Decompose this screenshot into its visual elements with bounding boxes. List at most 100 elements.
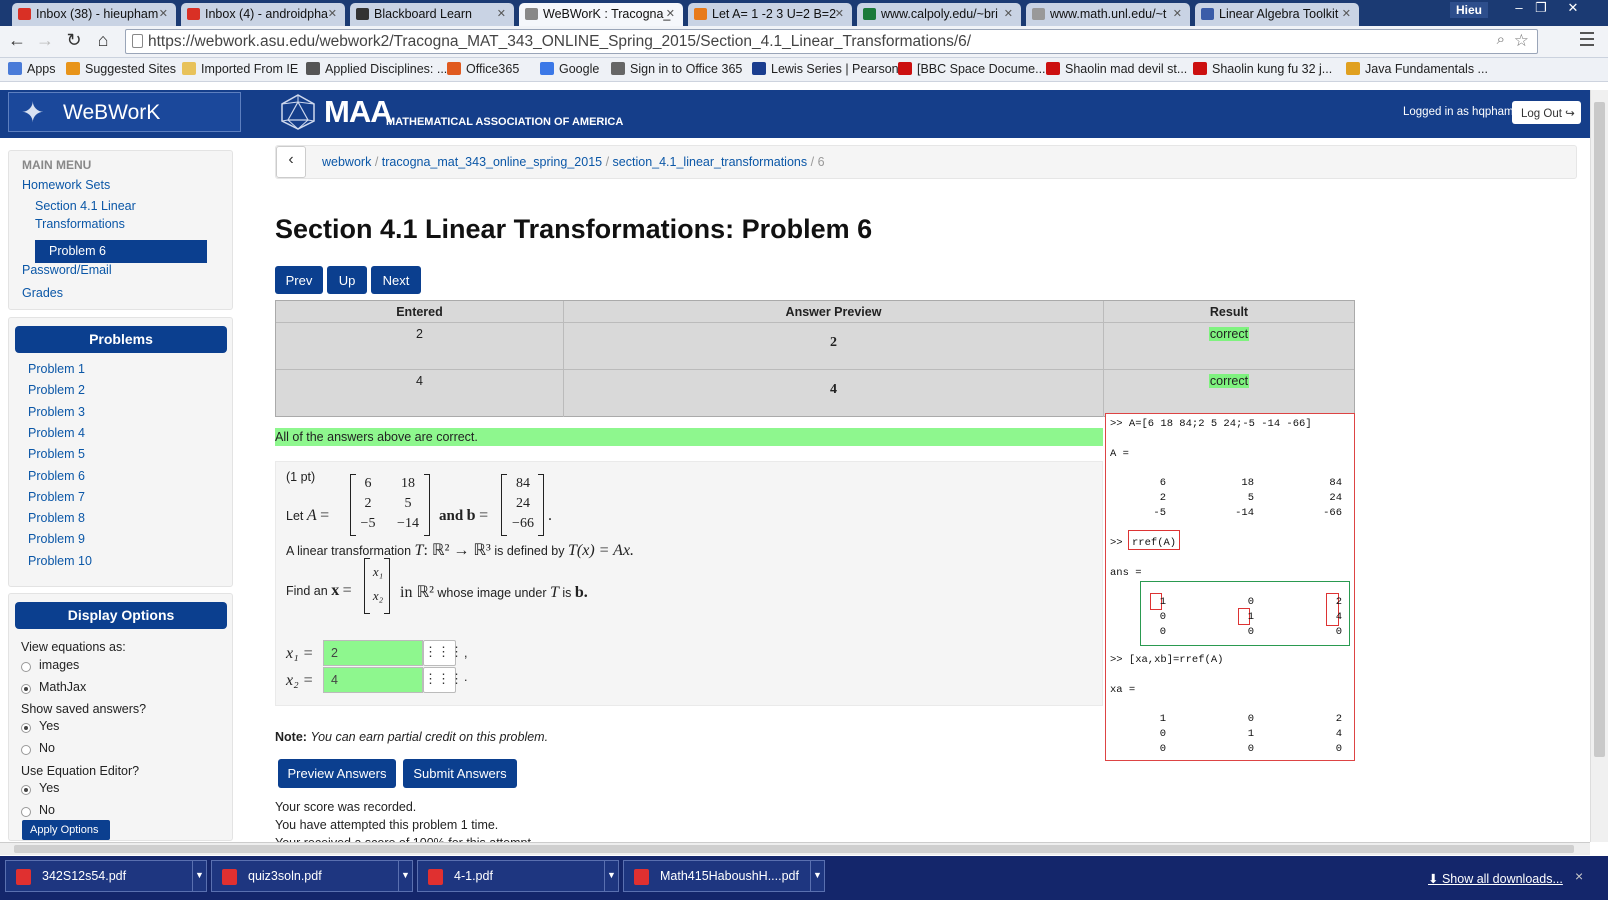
- bookmark-item[interactable]: Imported From IE: [182, 62, 298, 76]
- preview-answers-button[interactable]: Preview Answers: [278, 759, 396, 788]
- search-icon[interactable]: ⌕: [1497, 31, 1505, 48]
- problem-link[interactable]: Problem 4: [28, 426, 85, 440]
- browser-tab[interactable]: Blackboard Learn ✕: [350, 3, 514, 26]
- active-problem-link[interactable]: Problem 6: [35, 240, 207, 263]
- browser-tab[interactable]: Linear Algebra Toolkit ✕: [1195, 3, 1359, 26]
- close-tab-icon[interactable]: ✕: [835, 7, 844, 20]
- x2-answer-input[interactable]: 4: [323, 667, 423, 693]
- browser-tab[interactable]: www.calpoly.edu/~bri ✕: [857, 3, 1021, 26]
- webwork-logo[interactable]: ✦ WeBWorK: [8, 92, 241, 132]
- up-button[interactable]: Up: [327, 266, 367, 294]
- close-tab-icon[interactable]: ✕: [1342, 7, 1351, 20]
- section-link[interactable]: Section 4.1 Linear Transformations: [35, 197, 136, 233]
- browser-tab[interactable]: Let A= 1 -2 3 U=2 B=2 ✕: [688, 3, 852, 26]
- browser-tab[interactable]: www.math.unl.edu/~t ✕: [1026, 3, 1190, 26]
- bookmark-item[interactable]: Shaolin mad devil st...: [1046, 62, 1187, 76]
- address-bar[interactable]: https://webwork.asu.edu/webwork2/Tracogn…: [125, 29, 1538, 54]
- problem-link[interactable]: Problem 10: [28, 554, 92, 568]
- gmail-icon: [187, 8, 200, 20]
- prev-button[interactable]: Prev: [275, 266, 323, 294]
- close-tab-icon[interactable]: ✕: [1173, 7, 1182, 20]
- reload-icon[interactable]: ↻: [63, 30, 85, 51]
- radio-saved-no[interactable]: [21, 745, 31, 755]
- bookmark-item[interactable]: Google: [540, 62, 599, 76]
- close-tab-icon[interactable]: ✕: [328, 7, 337, 20]
- correct-badge: correct: [1208, 327, 1250, 341]
- radio-editor-yes[interactable]: [21, 785, 31, 795]
- tab-title: www.calpoly.edu/~bri: [881, 7, 998, 21]
- radio-images[interactable]: [21, 662, 31, 672]
- problem-link[interactable]: Problem 1: [28, 362, 85, 376]
- close-tab-icon[interactable]: ✕: [497, 7, 506, 20]
- loading-icon: [1032, 8, 1045, 20]
- radio-editor-no[interactable]: [21, 807, 31, 817]
- download-item[interactable]: Math415HaboushH....pdf ▼: [623, 860, 825, 892]
- horizontal-scrollbar[interactable]: [0, 842, 1590, 855]
- close-tab-icon[interactable]: ✕: [159, 7, 168, 20]
- crumb-course[interactable]: tracogna_mat_343_online_spring_2015: [382, 155, 602, 169]
- password-email-link[interactable]: Password/Email: [22, 261, 112, 279]
- bookmark-item[interactable]: Suggested Sites: [66, 62, 176, 76]
- forward-arrow-icon[interactable]: →: [34, 30, 56, 51]
- bookmark-item[interactable]: Sign in to Office 365: [611, 62, 742, 76]
- download-item[interactable]: quiz3soln.pdf ▼: [211, 860, 413, 892]
- close-downloads-icon[interactable]: ×: [1575, 868, 1583, 884]
- radio-saved-yes[interactable]: [21, 723, 31, 733]
- radio-saved-no-label: No: [39, 741, 55, 755]
- bookmark-item[interactable]: [BBC Space Docume...: [898, 62, 1046, 76]
- equation-editor-grid-icon[interactable]: ⋮⋮⋮: [423, 667, 463, 693]
- crumb-webwork[interactable]: webwork: [322, 155, 371, 169]
- equation-editor-grid-icon[interactable]: ⋮⋮⋮: [423, 640, 463, 666]
- chevron-down-icon[interactable]: ▼: [192, 861, 206, 891]
- show-all-downloads-link[interactable]: ⬇ Show all downloads...: [1428, 871, 1563, 886]
- grades-link[interactable]: Grades: [22, 284, 63, 302]
- close-tab-icon[interactable]: ✕: [666, 7, 675, 20]
- radio-mathjax[interactable]: [21, 684, 31, 694]
- chevron-left-icon[interactable]: ‹: [276, 146, 306, 178]
- problem-link[interactable]: Problem 9: [28, 532, 85, 546]
- problem-link[interactable]: Problem 6: [28, 469, 85, 483]
- show-saved-label: Show saved answers?: [21, 702, 147, 716]
- chevron-down-icon[interactable]: ▼: [398, 861, 412, 891]
- crumb-section[interactable]: section_4.1_linear_transformations: [613, 155, 808, 169]
- next-button[interactable]: Next: [371, 266, 421, 294]
- vertical-scrollbar[interactable]: [1590, 90, 1608, 842]
- download-item[interactable]: 4-1.pdf ▼: [417, 860, 619, 892]
- download-item[interactable]: 342S12s54.pdf ▼: [5, 860, 207, 892]
- submit-answers-button[interactable]: Submit Answers: [403, 759, 517, 788]
- results-table: Entered Answer Preview Result 2 2 correc…: [275, 300, 1355, 417]
- minimize-icon[interactable]: –: [1508, 0, 1530, 15]
- bookmark-item[interactable]: Applied Disciplines: ...: [306, 62, 447, 76]
- chevron-down-icon[interactable]: ▼: [810, 861, 824, 891]
- browser-tab[interactable]: WeBWorK : Tracogna_ ✕: [519, 3, 683, 26]
- chevron-down-icon[interactable]: ▼: [604, 861, 618, 891]
- close-window-icon[interactable]: ✕: [1562, 0, 1584, 16]
- problem-link[interactable]: Problem 3: [28, 405, 85, 419]
- row2-preview: 4: [564, 370, 1104, 417]
- x1-answer-input[interactable]: 2: [323, 640, 423, 666]
- browser-tab[interactable]: Inbox (4) - androidpha ✕: [181, 3, 345, 26]
- bookmark-item[interactable]: Shaolin kung fu 32 j...: [1193, 62, 1332, 76]
- close-tab-icon[interactable]: ✕: [1004, 7, 1013, 20]
- matlab-value: -5: [1153, 507, 1166, 519]
- browser-tab[interactable]: Inbox (38) - hieupham ✕: [12, 3, 176, 26]
- problem-link[interactable]: Problem 8: [28, 511, 85, 525]
- homework-sets-link[interactable]: Homework Sets: [22, 176, 110, 194]
- problem-link[interactable]: Problem 7: [28, 490, 85, 504]
- bookmark-item[interactable]: Office365: [447, 62, 519, 76]
- bookmark-item[interactable]: Java Fundamentals ...: [1346, 62, 1488, 76]
- restore-icon[interactable]: ❐: [1530, 0, 1552, 16]
- bookmark-item[interactable]: Lewis Series | Pearson: [752, 62, 899, 76]
- home-icon[interactable]: ⌂: [92, 30, 114, 51]
- matlab-value: 0: [1247, 596, 1254, 608]
- problem-link[interactable]: Problem 5: [28, 447, 85, 461]
- chrome-menu-icon[interactable]: [1580, 32, 1594, 46]
- problem-link[interactable]: Problem 2: [28, 383, 85, 397]
- matlab-value: 6: [1159, 477, 1166, 489]
- logout-button[interactable]: Log Out ↪: [1512, 101, 1581, 124]
- back-arrow-icon[interactable]: ←: [6, 30, 28, 51]
- matlab-value: -66: [1323, 507, 1342, 519]
- bookmark-star-icon[interactable]: ☆: [1514, 31, 1529, 51]
- apply-options-button[interactable]: Apply Options: [22, 820, 110, 840]
- bookmark-item[interactable]: Apps: [8, 62, 56, 76]
